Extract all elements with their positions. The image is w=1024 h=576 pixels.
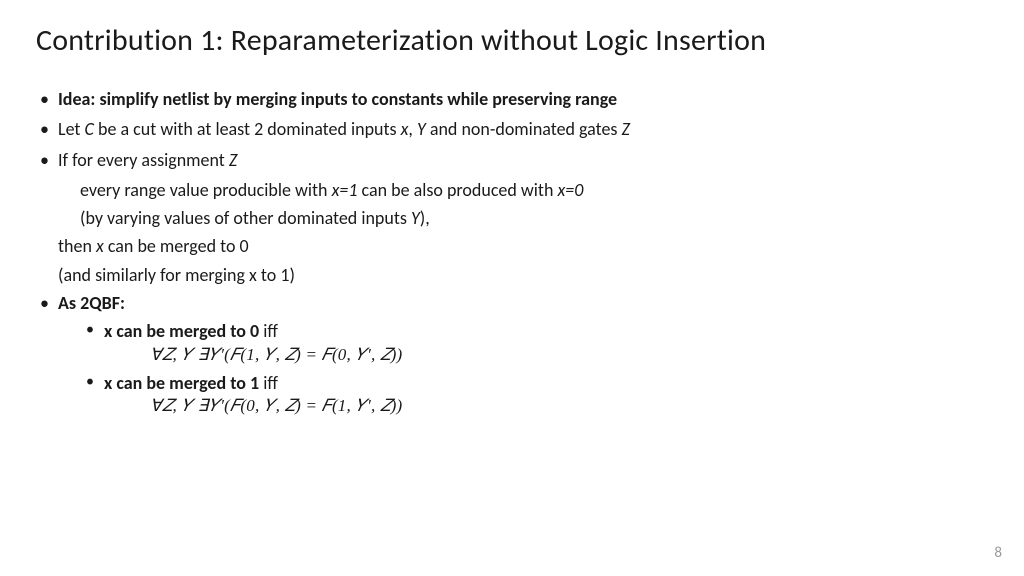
var-z: Z	[229, 149, 237, 171]
line-byvary: (by varying values of other dominated in…	[36, 206, 988, 230]
sub-merge1: x can be merged to 1 iff ∀𝑍, 𝑌 ∃𝑌′(𝐹(0, …	[84, 371, 988, 418]
formula-merge0: ∀𝑍, 𝑌 ∃𝑌′(𝐹(1, 𝑌, 𝑍) = 𝐹(0, 𝑌′, 𝑍))	[104, 344, 988, 367]
text: If for every assignment	[58, 149, 229, 171]
var-y: Y	[417, 118, 426, 140]
text: ,	[408, 118, 417, 140]
merge1-label: x can be merged to 1	[104, 372, 259, 394]
text: can be also produced with	[357, 179, 557, 201]
text: be a cut with at least 2 dominated input…	[94, 118, 401, 140]
text: iff	[259, 320, 278, 342]
sub-merge0: x can be merged to 0 iff ∀𝑍, 𝑌 ∃𝑌′(𝐹(1, …	[84, 319, 988, 366]
var-x1: x=1	[332, 179, 358, 201]
var-x0: x=0	[557, 179, 583, 201]
bullet-let-c: Let C be a cut with at least 2 dominated…	[36, 117, 988, 141]
text: every range value producible with	[80, 179, 332, 201]
var-y: Y	[411, 207, 420, 229]
bullet-if: If for every assignment Z	[36, 148, 988, 172]
text: (by varying values of other dominated in…	[80, 207, 411, 229]
var-c: C	[85, 118, 94, 140]
var-z: Z	[622, 118, 630, 140]
formula-merge1: ∀𝑍, 𝑌 ∃𝑌′(𝐹(0, 𝑌, 𝑍) = 𝐹(1, 𝑌′, 𝑍))	[104, 395, 988, 418]
bullet-idea: Idea: simplify netlist by merging inputs…	[36, 87, 988, 111]
line-then: then x can be merged to 0	[36, 234, 988, 258]
text: iff	[259, 372, 278, 394]
slide-title: Contribution 1: Reparameterization witho…	[36, 22, 988, 59]
bullet-as2qbf: As 2QBF: x can be merged to 0 iff ∀𝑍, 𝑌 …	[36, 291, 988, 418]
slide-body: Idea: simplify netlist by merging inputs…	[36, 87, 988, 418]
as2qbf-text: As 2QBF:	[58, 292, 125, 314]
text: ),	[420, 207, 430, 229]
merge0-label: x can be merged to 0	[104, 320, 259, 342]
line-range: every range value producible with x=1 ca…	[36, 178, 988, 202]
idea-text: Idea: simplify netlist by merging inputs…	[58, 88, 617, 110]
page-number: 8	[994, 544, 1002, 562]
text: and non-dominated gates	[426, 118, 622, 140]
line-similar: (and similarly for merging x to 1)	[36, 263, 988, 287]
text: then	[58, 235, 96, 257]
text: can be merged to 0	[104, 235, 249, 257]
var-x: x	[96, 235, 104, 257]
text: Let	[58, 118, 85, 140]
